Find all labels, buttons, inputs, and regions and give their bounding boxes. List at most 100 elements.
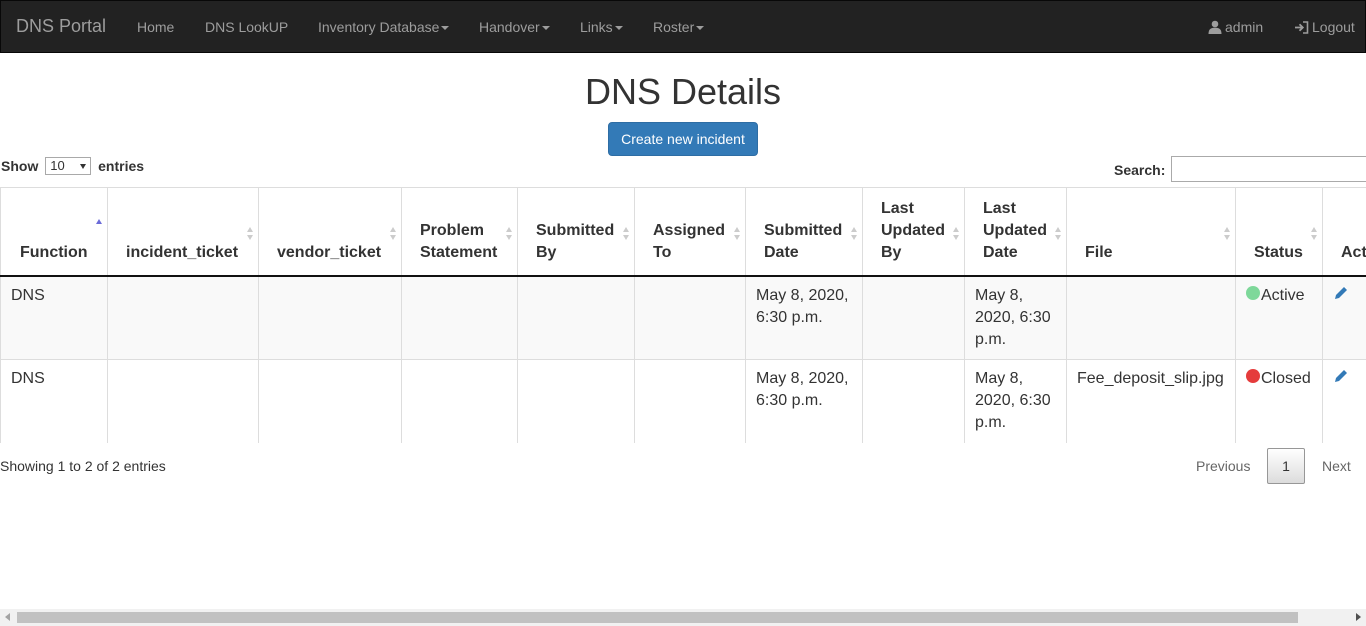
pagination-page-current[interactable]: 1 <box>1267 448 1305 484</box>
incidents-table: Function incident_ticket vendor_ticket P… <box>0 187 1366 443</box>
pagination-previous[interactable]: Previous <box>1196 458 1250 474</box>
caret-down-icon <box>441 26 450 31</box>
horizontal-scrollbar[interactable] <box>0 609 1366 626</box>
show-label: Show <box>1 158 39 174</box>
column-header-vendor-ticket[interactable]: vendor_ticket <box>258 187 402 277</box>
column-header-label: Status <box>1254 243 1303 261</box>
cell-last-updated-date: May 8, 2020, 6:30 p.m. <box>964 275 1067 360</box>
user-icon <box>1208 20 1222 34</box>
status-label: Closed <box>1261 370 1311 387</box>
sort-icon <box>1224 226 1230 241</box>
cell-status: Active <box>1235 275 1323 360</box>
column-header-label: Act <box>1341 243 1366 261</box>
table-row: DNS May 8, 2020, 6:30 p.m. May 8, 2020, … <box>0 359 1366 443</box>
column-header-label: Submitted By <box>536 221 615 261</box>
create-incident-button[interactable]: Create new incident <box>608 122 758 156</box>
column-header-label: Last Updated By <box>881 199 945 261</box>
search-input[interactable] <box>1171 156 1366 182</box>
nav-item-dns-lookup[interactable]: DNS LookUP <box>205 1 288 52</box>
column-header-label: vendor_ticket <box>277 243 382 261</box>
page-length-select[interactable]: 10 <box>45 157 92 175</box>
nav-item-inventory-database[interactable]: Inventory Database <box>318 1 450 52</box>
cell-assigned-to <box>634 275 746 360</box>
sort-icon <box>390 226 396 241</box>
column-header-function[interactable]: Function <box>0 187 108 277</box>
search-label: Search: <box>1114 162 1166 178</box>
dropdown-arrow-icon <box>80 164 87 169</box>
table-row: DNS May 8, 2020, 6:30 p.m. May 8, 2020, … <box>0 275 1366 360</box>
table-header-row: Function incident_ticket vendor_ticket P… <box>0 187 1366 277</box>
status-dot-icon <box>1246 285 1260 300</box>
cell-incident-ticket <box>107 359 259 443</box>
cell-file: Fee_deposit_slip.jpg <box>1066 359 1236 443</box>
column-header-submitted-date[interactable]: Submitted Date <box>745 187 863 277</box>
column-header-status[interactable]: Status <box>1235 187 1323 277</box>
incidents-table-wrapper: Function incident_ticket vendor_ticket P… <box>0 187 1366 443</box>
nav-item-roster[interactable]: Roster <box>653 1 705 52</box>
pagination-next[interactable]: Next <box>1322 458 1351 474</box>
sort-icon <box>953 226 959 241</box>
logout-icon <box>1295 21 1309 34</box>
column-header-label: Problem Statement <box>420 221 498 261</box>
sort-icon <box>623 226 629 241</box>
sort-icon <box>247 226 253 241</box>
column-header-file[interactable]: File <box>1066 187 1236 277</box>
navbar: DNS Portal Home DNS LookUP Inventory Dat… <box>0 0 1366 53</box>
nav-item-label: Handover <box>479 19 540 35</box>
column-header-label: incident_ticket <box>126 243 239 261</box>
table-info: Showing 1 to 2 of 2 entries <box>0 458 166 474</box>
nav-item-label: DNS LookUP <box>205 19 289 35</box>
cell-file <box>1066 275 1236 360</box>
status-dot-icon <box>1246 369 1260 383</box>
column-header-assigned-to[interactable]: Assigned To <box>634 187 746 277</box>
caret-down-icon <box>541 26 550 31</box>
sort-icon <box>734 226 740 241</box>
column-header-last-updated-date[interactable]: Last Updated Date <box>964 187 1067 277</box>
nav-item-label: Inventory Database <box>318 19 440 35</box>
column-header-label: Assigned To <box>653 221 726 261</box>
page-length-control: Show 10 entries <box>1 157 144 175</box>
column-header-last-updated-by[interactable]: Last Updated By <box>862 187 965 277</box>
nav-item-label: Links <box>580 19 613 35</box>
sort-icon <box>506 226 512 241</box>
column-header-label: Last Updated Date <box>983 199 1047 261</box>
sort-icon <box>851 226 857 241</box>
column-header-label: Submitted Date <box>764 221 843 261</box>
scroll-left-arrow-icon[interactable] <box>5 613 10 621</box>
cell-incident-ticket <box>107 275 259 360</box>
logout-link[interactable]: Logout <box>1294 1 1355 52</box>
column-header-incident-ticket[interactable]: incident_ticket <box>107 187 259 277</box>
cell-last-updated-by <box>862 275 965 360</box>
column-header-label: Function <box>20 243 88 261</box>
brand-link[interactable]: DNS Portal <box>16 1 106 52</box>
page-title: DNS Details <box>584 71 782 112</box>
nav-item-home[interactable]: Home <box>137 1 174 52</box>
status-label: Active <box>1261 286 1305 304</box>
cell-assigned-to <box>634 359 746 443</box>
scrollbar-thumb[interactable] <box>17 612 1298 623</box>
edit-pencil-icon[interactable] <box>1333 368 1349 384</box>
cell-submitted-date: May 8, 2020, 6:30 p.m. <box>745 275 863 360</box>
cell-vendor-ticket <box>258 275 402 360</box>
caret-down-icon <box>696 26 705 31</box>
scroll-right-arrow-icon[interactable] <box>1356 613 1361 621</box>
cell-last-updated-date: May 8, 2020, 6:30 p.m. <box>964 359 1067 443</box>
cell-function: DNS <box>0 359 108 443</box>
nav-item-label: Home <box>137 19 175 35</box>
nav-item-links[interactable]: Links <box>580 1 623 52</box>
user-menu[interactable]: admin <box>1208 1 1263 52</box>
sort-ascending-icon <box>96 218 102 233</box>
column-header-problem-statement[interactable]: Problem Statement <box>401 187 518 277</box>
sort-icon <box>1055 226 1061 241</box>
cell-problem-statement <box>401 359 518 443</box>
cell-submitted-date: May 8, 2020, 6:30 p.m. <box>745 359 863 443</box>
cell-problem-statement <box>401 275 518 360</box>
cell-status: Closed <box>1235 359 1323 443</box>
cell-last-updated-by <box>862 359 965 443</box>
cell-submitted-by <box>517 275 635 360</box>
column-header-actions[interactable]: Act <box>1322 187 1366 277</box>
page-length-value: 10 <box>50 158 65 173</box>
nav-item-handover[interactable]: Handover <box>479 1 550 52</box>
edit-pencil-icon[interactable] <box>1333 285 1349 301</box>
column-header-submitted-by[interactable]: Submitted By <box>517 187 635 277</box>
